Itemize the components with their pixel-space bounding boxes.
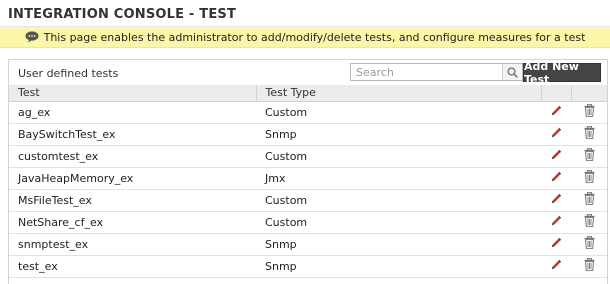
test-name-cell[interactable]: JavaHeapMemory_ex	[9, 167, 256, 190]
trash-icon[interactable]	[584, 213, 595, 230]
page-title: INTEGRATION CONSOLE - TEST	[8, 7, 237, 22]
delete-cell	[571, 167, 607, 190]
delete-cell	[571, 123, 607, 146]
trash-icon[interactable]	[584, 125, 595, 142]
test-name-cell[interactable]: NetShare_cf_ex	[9, 211, 256, 234]
pencil-icon[interactable]	[550, 193, 562, 208]
test-type-cell: Custom	[256, 211, 541, 234]
delete-cell	[571, 255, 607, 278]
delete-cell	[571, 101, 607, 124]
test-type-cell: Snmp	[256, 255, 541, 278]
edit-cell	[541, 233, 571, 256]
pencil-icon[interactable]	[550, 149, 562, 164]
column-header-test[interactable]: Test	[9, 85, 257, 102]
pencil-icon[interactable]	[550, 259, 562, 274]
delete-cell	[571, 233, 607, 256]
test-type-cell: Custom	[256, 189, 541, 212]
search-icon[interactable]	[502, 64, 522, 80]
table-row[interactable]: test_ex Snmp	[9, 255, 607, 278]
column-header-test-type[interactable]: Test Type	[256, 85, 542, 102]
add-new-test-button[interactable]: Add New Test	[523, 60, 601, 86]
table-row[interactable]: BaySwitchTest_ex Snmp	[9, 123, 607, 146]
trash-icon[interactable]	[584, 257, 595, 274]
edit-cell	[541, 189, 571, 212]
tests-table: Test Test Type ag_ex Custom BaySwitchTes…	[9, 85, 607, 278]
test-type-cell: Custom	[256, 101, 541, 124]
test-type-cell: Snmp	[256, 123, 541, 146]
info-banner: This page enables the administrator to a…	[0, 27, 610, 48]
column-header-delete	[571, 85, 607, 102]
edit-cell	[541, 255, 571, 278]
test-name-cell[interactable]: snmptest_ex	[9, 233, 256, 256]
test-type-cell: Custom	[256, 145, 541, 168]
pencil-icon[interactable]	[550, 127, 562, 142]
edit-cell	[541, 167, 571, 190]
search-box	[350, 63, 523, 81]
test-name-cell[interactable]: test_ex	[9, 255, 256, 278]
pencil-icon[interactable]	[550, 105, 562, 120]
search-input[interactable]	[351, 64, 502, 80]
table-row[interactable]: ag_ex Custom	[9, 101, 607, 124]
table-row[interactable]: customtest_ex Custom	[9, 145, 607, 168]
test-type-cell: Jmx	[256, 167, 541, 190]
pencil-icon[interactable]	[550, 237, 562, 252]
test-name-cell[interactable]: BaySwitchTest_ex	[9, 123, 256, 146]
edit-cell	[541, 211, 571, 234]
delete-cell	[571, 189, 607, 212]
tests-table-body: ag_ex Custom BaySwitchTest_ex Snmp custo…	[9, 101, 607, 278]
delete-cell	[571, 211, 607, 234]
pencil-icon[interactable]	[550, 215, 562, 230]
pencil-icon[interactable]	[550, 171, 562, 186]
trash-icon[interactable]	[584, 103, 595, 120]
info-message: This page enables the administrator to a…	[43, 30, 586, 44]
column-header-edit	[541, 85, 572, 102]
table-row[interactable]: JavaHeapMemory_ex Jmx	[9, 167, 607, 190]
test-name-cell[interactable]: customtest_ex	[9, 145, 256, 168]
test-name-cell[interactable]: ag_ex	[9, 101, 256, 124]
table-row[interactable]: snmptest_ex Snmp	[9, 233, 607, 256]
trash-icon[interactable]	[584, 169, 595, 186]
edit-cell	[541, 145, 571, 168]
delete-cell	[571, 145, 607, 168]
trash-icon[interactable]	[584, 191, 595, 208]
trash-icon[interactable]	[584, 235, 595, 252]
edit-cell	[541, 101, 571, 124]
edit-cell	[541, 123, 571, 146]
tests-panel: User defined tests Add New Test Test Tes…	[8, 59, 608, 284]
trash-icon[interactable]	[584, 147, 595, 164]
speech-bubble-icon	[25, 31, 39, 43]
panel-toolbar: User defined tests Add New Test	[9, 60, 607, 86]
panel-caption: User defined tests	[18, 67, 119, 80]
test-type-cell: Snmp	[256, 233, 541, 256]
table-row[interactable]: NetShare_cf_ex Custom	[9, 211, 607, 234]
table-header-row: Test Test Type	[9, 85, 607, 102]
test-name-cell[interactable]: MsFileTest_ex	[9, 189, 256, 212]
table-row[interactable]: MsFileTest_ex Custom	[9, 189, 607, 212]
